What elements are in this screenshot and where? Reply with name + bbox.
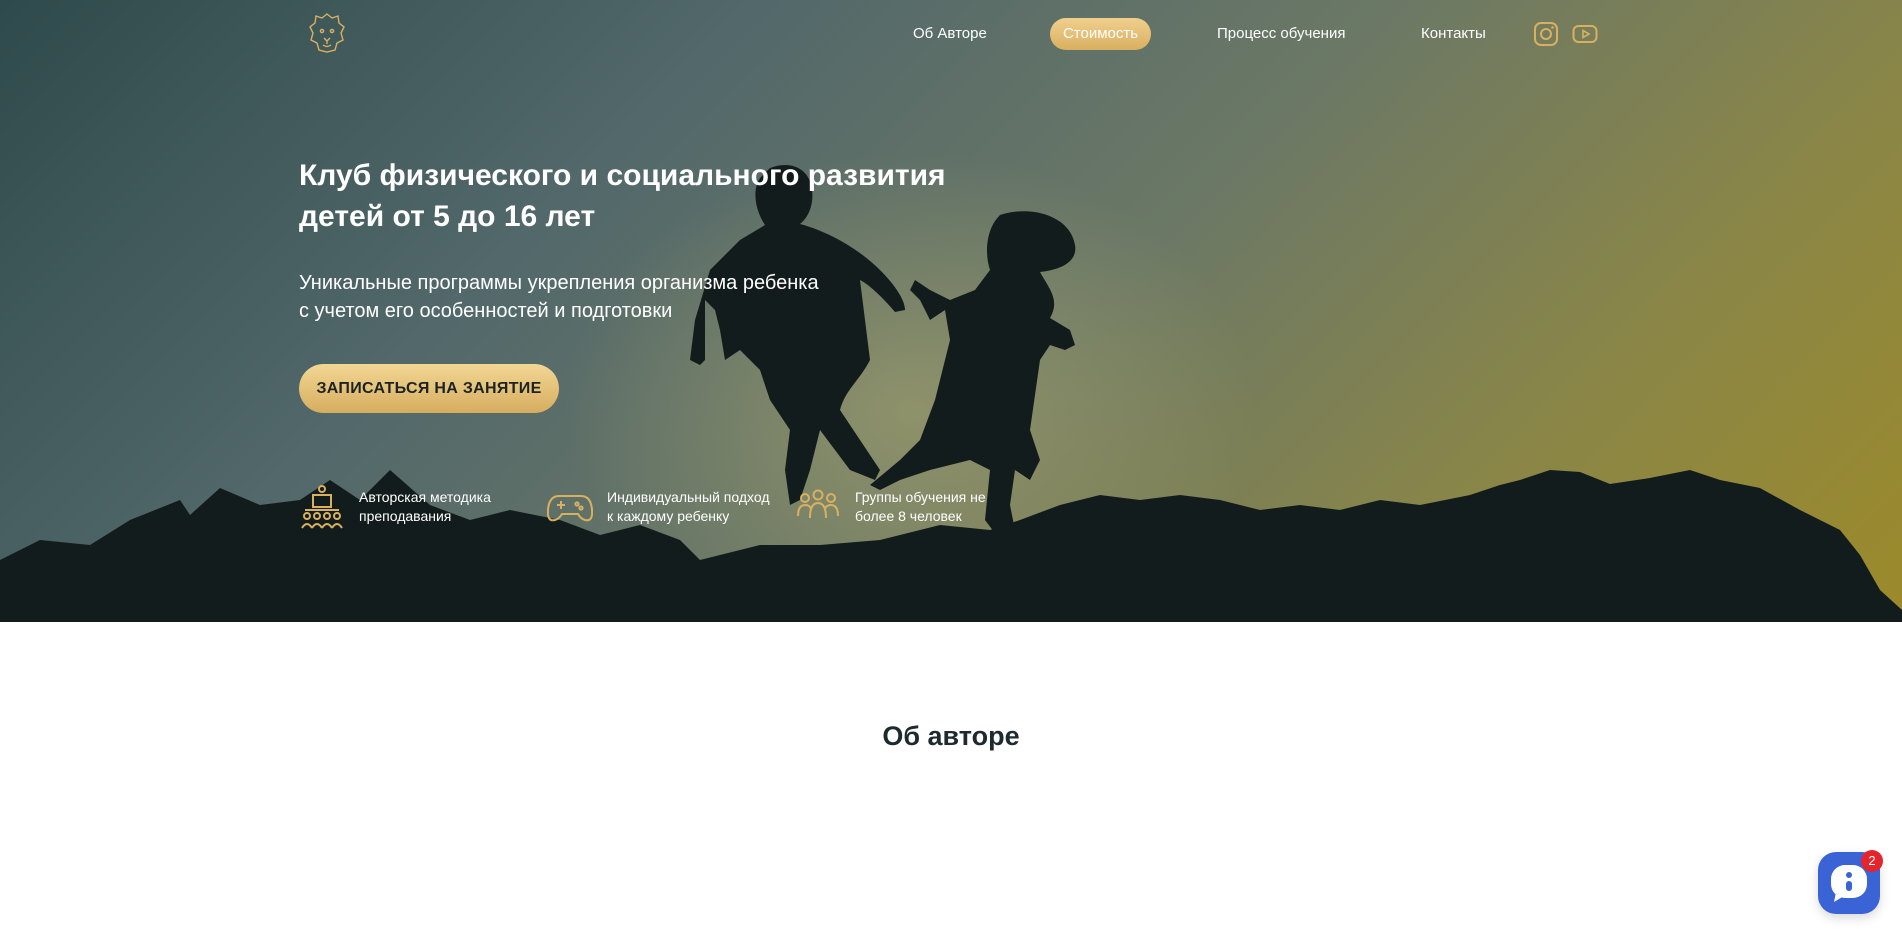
signup-button[interactable]: ЗАПИСАТЬСЯ НА ЗАНЯТИЕ — [299, 364, 559, 413]
feature-1-line-2: преподавания — [359, 508, 452, 524]
about-section-title: Об авторе — [882, 721, 1020, 751]
feature-author-method: Авторская методика преподавания — [299, 484, 491, 530]
hero-subtitle-line-2: с учетом его особенностей и подготовки — [299, 300, 673, 322]
feature-2-line-1: Индивидуальный подход — [607, 489, 770, 505]
youtube-icon[interactable] — [1572, 21, 1598, 47]
teaching-method-icon — [301, 485, 343, 529]
instagram-icon[interactable] — [1533, 21, 1559, 47]
feature-1-line-1: Авторская методика — [359, 489, 491, 505]
hero-subtitle: Уникальные программы укрепления организм… — [299, 269, 939, 325]
hero-section: Об Авторе Стоимость Процесс обучения Кон… — [0, 0, 1902, 622]
chat-unread-badge: 2 — [1861, 850, 1883, 872]
hero-subtitle-line-1: Уникальные программы укрепления организм… — [299, 272, 819, 294]
feature-2-line-2: к каждому ребенку — [607, 508, 730, 524]
lion-logo[interactable] — [308, 12, 346, 54]
nav-learning-process[interactable]: Процесс обучения — [1217, 18, 1345, 50]
feature-individual-approach: Индивидуальный подход к каждому ребенку — [547, 484, 770, 530]
hero-title: Клуб физического и социального развития … — [299, 159, 946, 233]
feature-small-groups: Группы обучения не более 8 человек — [795, 484, 986, 530]
feature-3-line-2: более 8 человек — [855, 508, 962, 524]
feature-3-line-1: Группы обучения не — [855, 489, 986, 505]
nav-about-author[interactable]: Об Авторе — [913, 18, 987, 50]
nav-contacts[interactable]: Контакты — [1421, 18, 1486, 50]
group-icon — [797, 489, 839, 519]
nav-pricing[interactable]: Стоимость — [1050, 18, 1151, 50]
gamepad-icon — [547, 495, 593, 522]
